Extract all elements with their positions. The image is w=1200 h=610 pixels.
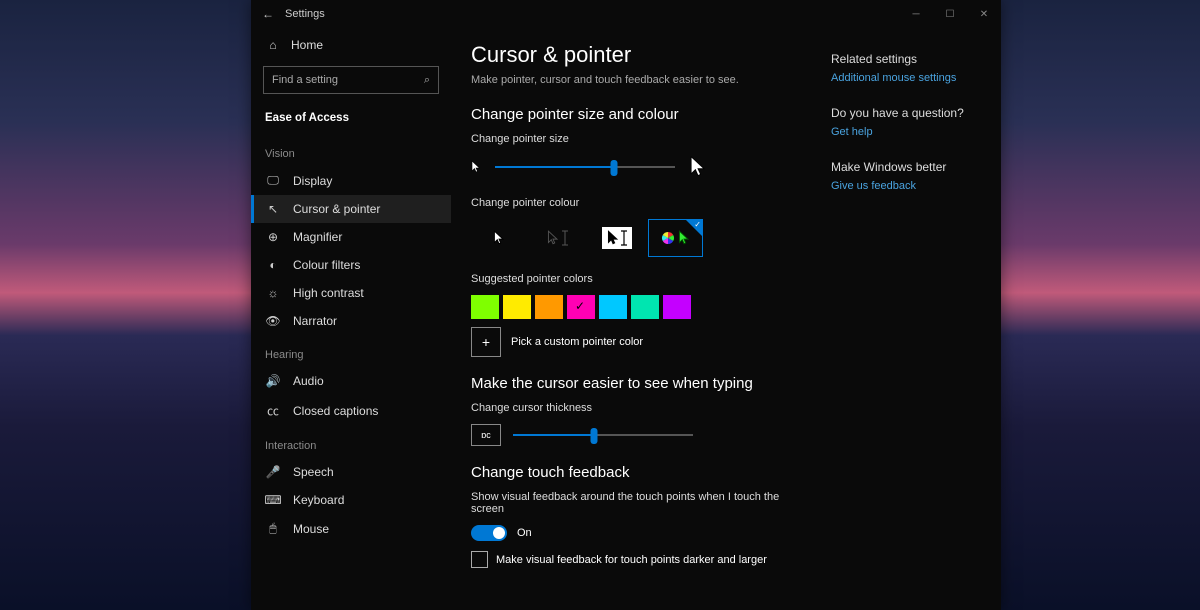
- heading-touch-feedback: Change touch feedback: [471, 464, 811, 481]
- pointer-colour-option-custom[interactable]: [648, 219, 703, 257]
- pointer-colour-option-inverted[interactable]: [589, 219, 644, 257]
- aside-pane: Related settings Additional mouse settin…: [831, 28, 1001, 610]
- color-swatch[interactable]: ✓: [567, 295, 595, 319]
- search-icon: ⌕: [424, 74, 430, 87]
- sidebar-item-label: Magnifier: [293, 230, 342, 244]
- color-swatch[interactable]: [631, 295, 659, 319]
- darker-larger-label: Make visual feedback for touch points da…: [496, 554, 767, 566]
- pointer-size-slider[interactable]: [495, 158, 675, 176]
- search-input[interactable]: Find a setting ⌕: [263, 66, 439, 94]
- sidebar-item-label: High contrast: [293, 286, 364, 300]
- toggle-state-label: On: [517, 527, 532, 539]
- color-swatch[interactable]: [503, 295, 531, 319]
- darker-larger-checkbox[interactable]: [471, 551, 488, 568]
- cursor-small-icon: [471, 160, 481, 174]
- mouse-icon: 🖱: [265, 521, 281, 536]
- audio-icon: 🔊: [265, 374, 281, 388]
- pick-custom-color-label: Pick a custom pointer color: [511, 336, 643, 348]
- sidebar-item-label: Closed captions: [293, 404, 378, 418]
- color-swatch[interactable]: [663, 295, 691, 319]
- sidebar-item-audio[interactable]: 🔊 Audio: [251, 367, 451, 395]
- titlebar: ← Settings ─ ☐ ✕: [251, 0, 1001, 28]
- sidebar-item-label: Display: [293, 174, 332, 188]
- app-title: Settings: [279, 8, 325, 20]
- sidebar-item-closed-captions[interactable]: ㏄ Closed captions: [251, 395, 451, 426]
- color-swatch[interactable]: [535, 295, 563, 319]
- sidebar-item-display[interactable]: 🖵 Display: [251, 166, 451, 195]
- page-caption: Make pointer, cursor and touch feedback …: [471, 74, 811, 86]
- settings-window: ← Settings ─ ☐ ✕ ⌂ Home Find a setting ⌕…: [251, 0, 1001, 610]
- sidebar-group-label: Vision: [251, 134, 451, 166]
- label-touch-feedback: Show visual feedback around the touch po…: [471, 491, 811, 515]
- highcontrast-icon: ☼: [265, 286, 281, 300]
- give-feedback-link[interactable]: Give us feedback: [831, 180, 991, 192]
- sidebar-group-label: Interaction: [251, 426, 451, 458]
- sidebar-item-label: Narrator: [293, 314, 337, 328]
- colourfilters-icon: ◐: [265, 258, 281, 272]
- cursor-large-icon: [689, 155, 707, 179]
- sidebar-item-label: Mouse: [293, 522, 329, 536]
- feedback-heading: Make Windows better: [831, 160, 991, 174]
- pointer-colour-option-black[interactable]: [530, 219, 585, 257]
- sidebar-item-label: Cursor & pointer: [293, 202, 380, 216]
- sidebar-item-narrator[interactable]: 👁 Narrator: [251, 307, 451, 335]
- sidebar-item-label: Colour filters: [293, 258, 360, 272]
- additional-mouse-settings-link[interactable]: Additional mouse settings: [831, 72, 991, 84]
- home-label: Home: [291, 38, 323, 52]
- page-title: Cursor & pointer: [471, 42, 811, 68]
- home-icon: ⌂: [265, 38, 281, 52]
- keyboard-icon: ⌨: [265, 493, 281, 507]
- label-suggested-colors: Suggested pointer colors: [471, 273, 811, 285]
- touch-feedback-toggle[interactable]: [471, 525, 507, 541]
- pick-custom-color-button[interactable]: +: [471, 327, 501, 357]
- home-link[interactable]: ⌂ Home: [251, 32, 451, 58]
- sidebar-item-high-contrast[interactable]: ☼ High contrast: [251, 279, 451, 307]
- sidebar-item-magnifier[interactable]: ⊕ Magnifier: [251, 223, 451, 251]
- heading-size-colour: Change pointer size and colour: [471, 106, 811, 123]
- close-button[interactable]: ✕: [967, 0, 1001, 28]
- sidebar-item-label: Speech: [293, 465, 334, 479]
- heading-cursor-typing: Make the cursor easier to see when typin…: [471, 375, 811, 392]
- color-swatch[interactable]: [599, 295, 627, 319]
- speech-icon: 🎤: [265, 465, 281, 479]
- sidebar-item-cursor-pointer[interactable]: ↖ Cursor & pointer: [251, 195, 451, 223]
- sidebar-item-keyboard[interactable]: ⌨ Keyboard: [251, 486, 451, 514]
- breadcrumb: Ease of Access: [251, 102, 451, 134]
- sidebar-item-mouse[interactable]: 🖱 Mouse: [251, 514, 451, 543]
- magnifier-icon: ⊕: [265, 230, 281, 244]
- display-icon: 🖵: [265, 173, 281, 188]
- sidebar-item-label: Audio: [293, 374, 324, 388]
- sidebar-item-label: Keyboard: [293, 493, 344, 507]
- cursor-thickness-slider[interactable]: [513, 426, 693, 444]
- label-pointer-size: Change pointer size: [471, 133, 811, 145]
- label-pointer-colour: Change pointer colour: [471, 197, 811, 209]
- cursor-icon: ↖: [265, 202, 281, 216]
- cc-icon: ㏄: [265, 402, 281, 419]
- content-pane: Cursor & pointer Make pointer, cursor an…: [451, 28, 831, 610]
- maximize-button[interactable]: ☐: [933, 0, 967, 28]
- related-heading: Related settings: [831, 52, 991, 66]
- label-cursor-thickness: Change cursor thickness: [471, 402, 811, 414]
- sidebar-group-label: Hearing: [251, 335, 451, 367]
- narrator-icon: 👁: [265, 314, 281, 328]
- question-heading: Do you have a question?: [831, 106, 991, 120]
- minimize-button[interactable]: ─: [899, 0, 933, 28]
- get-help-link[interactable]: Get help: [831, 126, 991, 138]
- color-swatch[interactable]: [471, 295, 499, 319]
- cursor-thickness-preview: ɒc: [471, 424, 501, 446]
- sidebar: ⌂ Home Find a setting ⌕ Ease of Access V…: [251, 28, 451, 610]
- sidebar-item-colour-filters[interactable]: ◐ Colour filters: [251, 251, 451, 279]
- pointer-colour-option-white[interactable]: [471, 219, 526, 257]
- search-placeholder: Find a setting: [272, 74, 338, 86]
- back-button[interactable]: ←: [257, 7, 279, 21]
- sidebar-item-speech[interactable]: 🎤 Speech: [251, 458, 451, 486]
